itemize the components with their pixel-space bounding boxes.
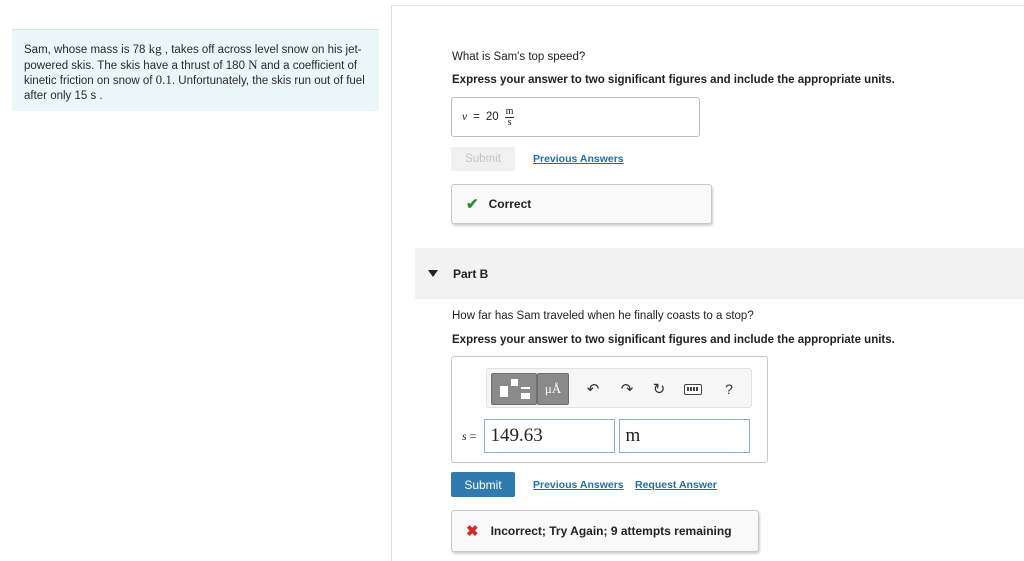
part-b-instruction: Express your answer to two significant f… xyxy=(452,334,895,346)
reset-icon[interactable]: ↻ xyxy=(649,379,669,399)
part-b-input-row: s = xyxy=(462,419,751,453)
part-b-feedback: ✖ Incorrect; Try Again; 9 attempts remai… xyxy=(451,510,759,552)
problem-friction-value: 0.1 xyxy=(155,72,172,87)
undo-icon[interactable]: ↶ xyxy=(583,379,603,399)
problem-text: Sam, whose mass is 78 xyxy=(24,44,149,56)
part-b-variable-symbol: s xyxy=(462,428,467,443)
units-symbols-button[interactable]: μÅ xyxy=(537,373,569,405)
part-a-feedback: ✔ Correct xyxy=(451,184,712,224)
problem-statement: Sam, whose mass is 78 kg , takes off acr… xyxy=(12,29,379,111)
part-b-variable: s = xyxy=(462,429,476,444)
part-a-unit: m s xyxy=(504,105,515,128)
part-a-question: What is Sam's top speed? xyxy=(452,51,586,63)
part-b-equals: = xyxy=(469,428,477,443)
column-divider xyxy=(391,5,392,561)
help-icon[interactable]: ? xyxy=(719,379,739,399)
part-a-feedback-text: Correct xyxy=(488,197,532,211)
part-a-unit-denominator: s xyxy=(507,116,512,128)
part-a-value: 20 xyxy=(485,111,499,123)
part-b-previous-answers-link[interactable]: Previous Answers xyxy=(533,479,624,491)
part-b-answer-editor: μÅ ↶ ↷ ↻ ? s = xyxy=(451,356,768,463)
problem-unit-n: N xyxy=(248,56,258,72)
problem-unit-kg: kg xyxy=(148,41,162,56)
part-a-instruction: Express your answer to two significant f… xyxy=(452,74,895,86)
part-a-variable: v xyxy=(462,111,468,123)
part-b-label: Part B xyxy=(453,266,489,281)
part-b-feedback-text: Incorrect; Try Again; 9 attempts remaini… xyxy=(490,524,732,538)
part-b-question: How far has Sam traveled when he finally… xyxy=(452,310,754,322)
part-b-unit-input[interactable] xyxy=(619,419,751,453)
cross-icon: ✖ xyxy=(466,523,479,540)
part-a-answer-display: v = 20 m s xyxy=(451,97,700,137)
top-border xyxy=(392,5,1024,6)
part-b-request-answer-link[interactable]: Request Answer xyxy=(635,479,717,491)
math-toolbar: μÅ ↶ ↷ ↻ ? xyxy=(486,368,752,408)
part-a-submit-button: Submit xyxy=(451,147,515,171)
part-b-value-input[interactable] xyxy=(484,419,616,453)
part-a-previous-answers-link[interactable]: Previous Answers xyxy=(533,153,624,165)
part-a-unit-numerator: m xyxy=(504,105,515,118)
part-a-equals: = xyxy=(473,111,480,123)
keyboard-icon[interactable] xyxy=(683,379,703,399)
redo-icon[interactable]: ↷ xyxy=(617,379,637,399)
part-b-submit-button[interactable]: Submit xyxy=(451,472,515,497)
collapse-caret-icon[interactable] xyxy=(428,270,438,277)
problem-text: . xyxy=(96,89,103,102)
part-b-header[interactable]: Part B xyxy=(415,248,1024,299)
templates-icon[interactable] xyxy=(491,373,537,405)
check-icon: ✔ xyxy=(466,196,479,213)
